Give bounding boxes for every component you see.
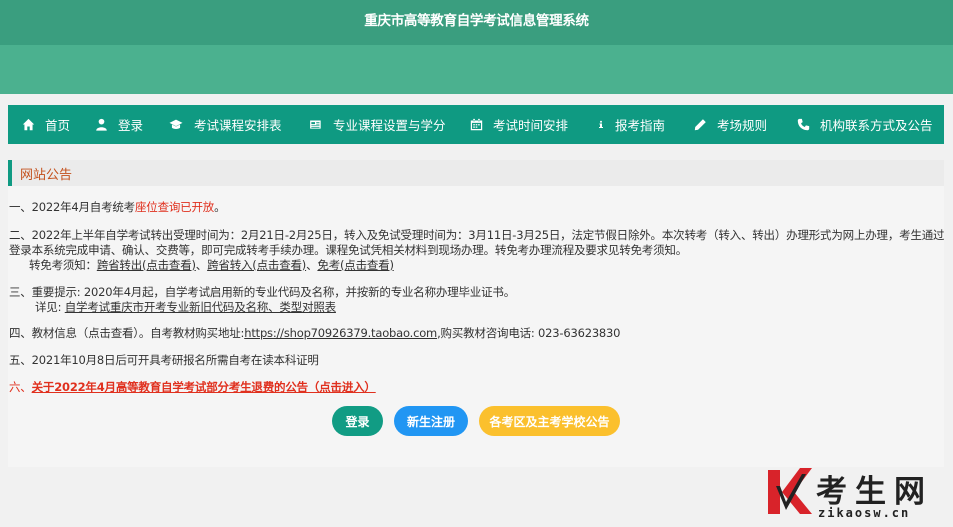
watermark-domain: zikaosw.cn (818, 506, 911, 520)
nav-contact[interactable]: 机构联系方式及公告 (797, 105, 933, 144)
notice-sub-label: 转免考须知： (29, 258, 97, 272)
watermark-logo: 考生网 zikaosw.cn (766, 466, 944, 522)
notice-text: 四、教材信息（点击查看）。自考教材购买地址: (9, 326, 245, 340)
notice-5: 五、2021年10月8日后可开具考研报名所需自考在读本科证明 (9, 353, 929, 368)
seat-query-link[interactable]: 座位查询已开放 (135, 200, 214, 214)
notice-sub-label: 详见: (35, 300, 65, 314)
graduation-cap-icon (169, 119, 183, 129)
notice-text: 一、2022年4月自考统考 (9, 200, 135, 214)
header: 重庆市高等教育自学考试信息管理系统 (0, 0, 953, 94)
info-icon (599, 120, 603, 128)
page-title: 重庆市高等教育自学考试信息管理系统 (364, 13, 589, 29)
notice-1: 一、2022年4月自考统考座位查询已开放。 (9, 200, 929, 215)
nav-exam-time[interactable]: 考试时间安排 (470, 105, 568, 144)
nav-label: 报考指南 (615, 118, 666, 133)
nav-label: 专业课程设置与学分 (333, 118, 446, 133)
notice-2: 二、2022年上半年自学考试转出受理时间为：2月21日-2月25日，转入及免试受… (9, 228, 945, 273)
nav-exam-schedule[interactable]: 考试课程安排表 (168, 105, 282, 144)
notice-6: 六、关于2022年4月高等教育自学考试部分考生退费的公告（点击进入） (9, 380, 929, 395)
notice-text: 六、 (9, 380, 32, 394)
transfer-out-link[interactable]: 跨省转出(点击查看) (97, 258, 196, 272)
refund-notice-link[interactable]: 关于2022年4月高等教育自学考试部分考生退费的公告（点击进入） (32, 380, 376, 394)
notice-text: 五、2021年10月8日后可开具考研报名所需自考在读本科证明 (9, 353, 319, 367)
notice-text: ,购买教材咨询电话: 023-63623830 (437, 326, 621, 340)
notice-text: 。 (214, 200, 226, 214)
login-button[interactable]: 登录 (332, 406, 383, 436)
nav-label: 登录 (118, 118, 144, 133)
nav-guide[interactable]: 报考指南 (597, 105, 665, 144)
nav-label: 考试课程安排表 (194, 118, 282, 133)
nav-exam-rules[interactable]: 考场规则 (694, 105, 767, 144)
main-nav: 首页 登录 考试课程安排表 专业课程设置与学分 考试时间安排 报考指南 考场规则… (8, 105, 944, 144)
transfer-in-link[interactable]: 跨省转入(点击查看) (207, 258, 306, 272)
watermark-text: 考生网 (816, 474, 933, 510)
nav-login[interactable]: 登录 (95, 105, 143, 144)
panel-header: 网站公告 (8, 160, 944, 186)
pencil-icon (694, 119, 706, 131)
nav-label: 首页 (45, 118, 71, 133)
notice-3: 三、重要提示: 2020年4月起，自学考试启用新的专业代码及名称，并按新的专业名… (9, 285, 929, 315)
register-button[interactable]: 新生注册 (394, 406, 468, 436)
newspaper-icon (310, 120, 321, 129)
area-notice-button[interactable]: 各考区及主考学校公告 (479, 406, 620, 436)
exemption-link[interactable]: 免考(点击查看) (317, 258, 394, 272)
separator: 、 (306, 258, 318, 272)
major-code-table-link[interactable]: 自学考试重庆市开考专业新旧代码及名称、类型对照表 (65, 300, 336, 314)
panel-title: 网站公告 (20, 167, 73, 183)
textbook-shop-link[interactable]: https://shop70926379.taobao.com (244, 326, 437, 340)
nav-home[interactable]: 首页 (22, 105, 70, 144)
phone-icon (797, 118, 810, 131)
nav-major-courses[interactable]: 专业课程设置与学分 (307, 105, 446, 144)
nav-label: 考场规则 (717, 118, 768, 133)
nav-label: 考试时间安排 (493, 118, 569, 133)
notice-text: 登录本系统完成申请、确认、交费等，即可完成转考手续办理。课程免试凭相关材料到现场… (9, 243, 687, 257)
notice-4: 四、教材信息（点击查看）。自考教材购买地址:https://shop709263… (9, 326, 929, 341)
notice-text: 二、2022年上半年自学考试转出受理时间为：2月21日-2月25日，转入及免试受… (9, 228, 945, 242)
separator: 、 (195, 258, 208, 272)
calendar-icon (470, 118, 483, 131)
home-icon (22, 118, 35, 131)
k-logo-icon (768, 468, 812, 514)
notice-text: 三、重要提示: 2020年4月起，自学考试启用新的专业代码及名称，并按新的专业名… (9, 285, 516, 299)
user-icon (96, 118, 107, 131)
nav-label: 机构联系方式及公告 (820, 118, 933, 133)
